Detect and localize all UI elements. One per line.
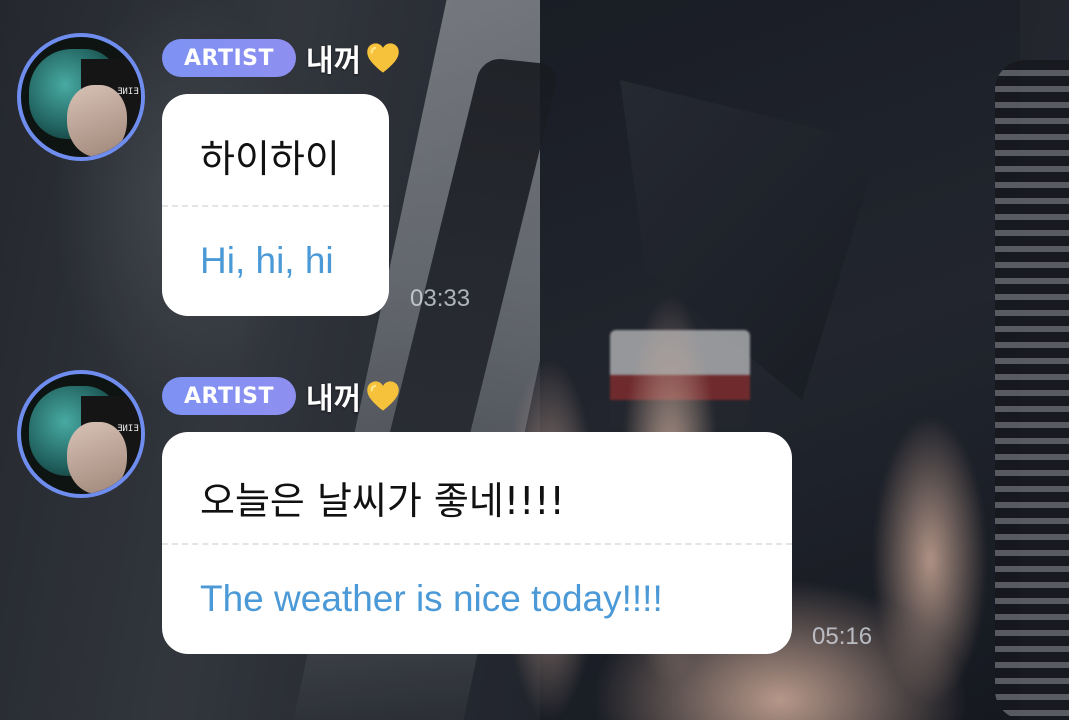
avatar[interactable]: ƎИIƎ bbox=[17, 33, 145, 161]
sender-name[interactable]: 내꺼 bbox=[306, 36, 361, 80]
yellow-heart-icon bbox=[365, 378, 401, 414]
message-time: 05:16 bbox=[812, 623, 873, 650]
message-bubble[interactable]: 오늘은 날씨가 좋네!!!! The weather is nice today… bbox=[162, 432, 792, 654]
avatar-logo-text: ƎИIƎ bbox=[117, 424, 139, 434]
message-bubble[interactable]: 하이하이 Hi, hi, hi bbox=[162, 94, 389, 316]
bubble-divider bbox=[162, 205, 389, 207]
artist-badge: ARTIST bbox=[162, 377, 297, 415]
chat-message: ƎИIƎ ARTIST 내꺼 오늘은 날씨가 좋네!!!! The weathe… bbox=[0, 0, 1069, 654]
sender-name[interactable]: 내꺼 bbox=[306, 374, 361, 418]
yellow-heart-icon bbox=[365, 40, 401, 76]
original-text: 오늘은 날씨가 좋네!!!! bbox=[200, 479, 565, 523]
sender-row: ARTIST 내꺼 bbox=[162, 35, 401, 81]
translated-text: Hi, hi, hi bbox=[200, 240, 334, 281]
sender-row: ARTIST 내꺼 bbox=[162, 373, 401, 419]
avatar-logo-text: ƎИIƎ bbox=[117, 87, 139, 97]
translated-text: The weather is nice today!!!! bbox=[200, 578, 663, 619]
artist-badge: ARTIST bbox=[162, 39, 297, 77]
avatar[interactable]: ƎИIƎ bbox=[17, 370, 145, 498]
message-time: 03:33 bbox=[410, 285, 471, 312]
bubble-divider bbox=[162, 543, 792, 545]
original-text: 하이하이 bbox=[200, 137, 340, 181]
